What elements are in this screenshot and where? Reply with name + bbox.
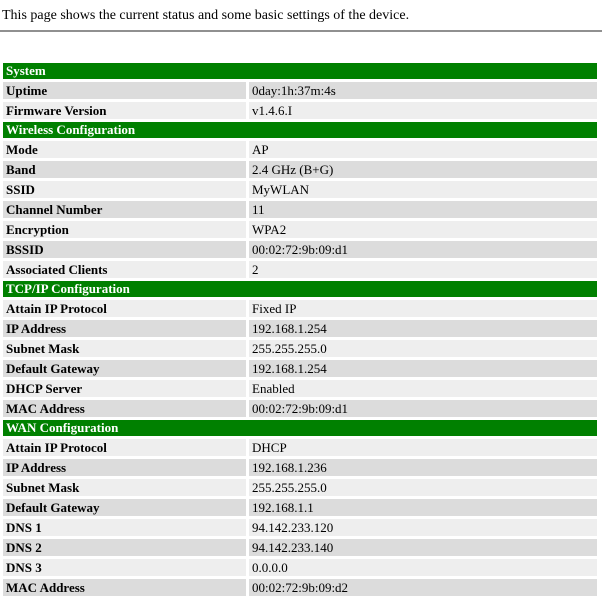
row-wan-default-gateway: Default Gateway 192.168.1.1 — [3, 499, 597, 516]
row-value: 255.255.255.0 — [249, 340, 597, 357]
row-label: DNS 2 — [3, 539, 246, 556]
row-label: Firmware Version — [3, 102, 246, 119]
row-value: WPA2 — [249, 221, 597, 238]
row-label: Subnet Mask — [3, 340, 246, 357]
section-title: TCP/IP Configuration — [3, 281, 597, 297]
row-label: Mode — [3, 141, 246, 158]
row-label: Encryption — [3, 221, 246, 238]
row-value: 94.142.233.140 — [249, 539, 597, 556]
row-value: 192.168.1.254 — [249, 360, 597, 377]
row-dns-2: DNS 2 94.142.233.140 — [3, 539, 597, 556]
section-header-wireless: Wireless Configuration — [3, 122, 597, 138]
row-value: Enabled — [249, 380, 597, 397]
row-firmware-version: Firmware Version v1.4.6.I — [3, 102, 597, 119]
row-value: v1.4.6.I — [249, 102, 597, 119]
row-wan-subnet-mask: Subnet Mask 255.255.255.0 — [3, 479, 597, 496]
row-value: 00:02:72:9b:09:d2 — [249, 579, 597, 596]
row-value: 0day:1h:37m:4s — [249, 82, 597, 99]
row-associated-clients: Associated Clients 2 — [3, 261, 597, 278]
row-bssid: BSSID 00:02:72:9b:09:d1 — [3, 241, 597, 258]
row-label: Attain IP Protocol — [3, 300, 246, 317]
row-label: IP Address — [3, 320, 246, 337]
row-value: 255.255.255.0 — [249, 479, 597, 496]
row-mac-address: MAC Address 00:02:72:9b:09:d1 — [3, 400, 597, 417]
row-value: Fixed IP — [249, 300, 597, 317]
row-default-gateway: Default Gateway 192.168.1.254 — [3, 360, 597, 377]
row-value: MyWLAN — [249, 181, 597, 198]
section-header-tcpip: TCP/IP Configuration — [3, 281, 597, 297]
page-description: This page shows the current status and s… — [2, 8, 410, 23]
device-status-page: This page shows the current status and s… — [0, 0, 602, 600]
section-title: WAN Configuration — [3, 420, 597, 436]
section-header-wan: WAN Configuration — [3, 420, 597, 436]
row-value: 11 — [249, 201, 597, 218]
row-ssid: SSID MyWLAN — [3, 181, 597, 198]
row-wan-attain-ip-protocol: Attain IP Protocol DHCP — [3, 439, 597, 456]
row-value: 94.142.233.120 — [249, 519, 597, 536]
row-channel-number: Channel Number 11 — [3, 201, 597, 218]
row-value: AP — [249, 141, 597, 158]
row-label: Attain IP Protocol — [3, 439, 246, 456]
row-value: 192.168.1.236 — [249, 459, 597, 476]
row-ip-address: IP Address 192.168.1.254 — [3, 320, 597, 337]
status-table: System Uptime 0day:1h:37m:4s Firmware Ve… — [0, 60, 600, 599]
section-title: System — [3, 63, 597, 79]
row-value: 00:02:72:9b:09:d1 — [249, 400, 597, 417]
section-title: Wireless Configuration — [3, 122, 597, 138]
row-wan-ip-address: IP Address 192.168.1.236 — [3, 459, 597, 476]
row-dhcp-server: DHCP Server Enabled — [3, 380, 597, 397]
row-encryption: Encryption WPA2 — [3, 221, 597, 238]
row-label: DHCP Server — [3, 380, 246, 397]
row-subnet-mask: Subnet Mask 255.255.255.0 — [3, 340, 597, 357]
row-value: 192.168.1.254 — [249, 320, 597, 337]
row-label: SSID — [3, 181, 246, 198]
row-value: 00:02:72:9b:09:d1 — [249, 241, 597, 258]
row-label: Associated Clients — [3, 261, 246, 278]
row-label: MAC Address — [3, 579, 246, 596]
row-value: 192.168.1.1 — [249, 499, 597, 516]
row-label: Channel Number — [3, 201, 246, 218]
row-dns-3: DNS 3 0.0.0.0 — [3, 559, 597, 576]
row-wan-mac-address: MAC Address 00:02:72:9b:09:d2 — [3, 579, 597, 596]
row-value: DHCP — [249, 439, 597, 456]
row-mode: Mode AP — [3, 141, 597, 158]
row-attain-ip-protocol: Attain IP Protocol Fixed IP — [3, 300, 597, 317]
row-dns-1: DNS 1 94.142.233.120 — [3, 519, 597, 536]
section-header-system: System — [3, 63, 597, 79]
divider — [0, 30, 602, 32]
row-label: Uptime — [3, 82, 246, 99]
row-value: 2.4 GHz (B+G) — [249, 161, 597, 178]
row-label: BSSID — [3, 241, 246, 258]
row-label: Default Gateway — [3, 499, 246, 516]
row-value: 0.0.0.0 — [249, 559, 597, 576]
row-label: Subnet Mask — [3, 479, 246, 496]
row-uptime: Uptime 0day:1h:37m:4s — [3, 82, 597, 99]
row-label: Default Gateway — [3, 360, 246, 377]
row-label: DNS 3 — [3, 559, 246, 576]
row-label: DNS 1 — [3, 519, 246, 536]
row-value: 2 — [249, 261, 597, 278]
row-label: Band — [3, 161, 246, 178]
row-label: IP Address — [3, 459, 246, 476]
row-band: Band 2.4 GHz (B+G) — [3, 161, 597, 178]
row-label: MAC Address — [3, 400, 246, 417]
